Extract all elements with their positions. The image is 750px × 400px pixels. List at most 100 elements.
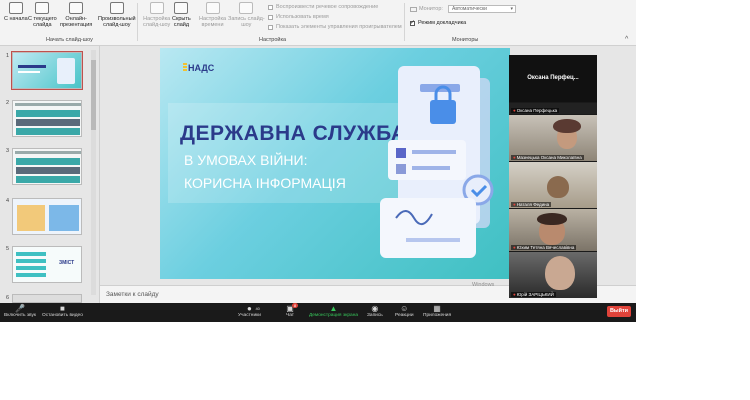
slide-thumbnail-6[interactable] [12,294,82,303]
thumb-number: 3 [6,148,10,154]
thumb-line-1 [16,252,46,256]
reactions-smiley-icon: ☺ [400,304,409,313]
slide-title-line-2: В УМОВАХ ВІЙНИ: [184,152,308,168]
slide-thumbnail-2[interactable] [12,100,82,137]
participant-name-text: Оксана Перфецька [516,108,558,113]
custom-show-button[interactable]: Произвольный слайд-шоу [98,2,136,28]
participants-icon: ● 40 [247,304,260,313]
slide-thumbnail-1[interactable] [11,51,83,90]
participant-name-text: Наталя Федина [516,202,550,207]
monitor-label: Монитор: [419,6,443,12]
record-label: Запись [367,313,383,318]
thumb-title-bar [18,65,46,68]
thumb-number: 6 [6,295,10,301]
narration-checkbox[interactable]: Воспроизвести речевое сопровождение [268,4,378,10]
record-show-button[interactable]: Запись слайд- шоу [228,2,265,28]
current-slide[interactable]: НАДС ДЕРЖАВНА СЛУЖБА В УМОВАХ ВІЙНИ: КОР… [160,48,510,279]
setup-show-button[interactable]: Настройка слайд-шоу [143,2,170,28]
collapse-ribbon-icon[interactable]: ^ [625,36,628,43]
thumb-number: 1 [6,53,10,59]
thumbnails-scrollbar[interactable] [91,50,96,295]
scrollbar-thumb[interactable] [91,60,96,130]
chat-label: Чат [286,313,294,318]
microphone-muted-icon: 🎤 [15,304,25,313]
group-label-monitors: Мониторы [452,37,479,43]
apps-button[interactable]: ▦ Приложения [423,304,451,318]
participants-button[interactable]: ● 40 Участники [238,304,261,318]
stop-video-label: Остановить видео [42,313,83,318]
custom-show-icon [109,2,124,14]
record-button[interactable]: ◉ Запись [367,304,383,318]
checkbox-box [268,24,273,30]
presenter-view-label: Режим докладчика [418,20,467,26]
presenter-view-checkbox[interactable]: Режим докладчика [410,19,467,26]
participant-name-text: Юрій ЗАРІЦЬКИЙ [516,292,554,297]
checkbox-box [268,4,273,10]
slide-title-line-3: КОРИСНА ІНФОРМАЦІЯ [184,175,346,191]
mic-muted-icon: ● [513,292,516,297]
participant-name-1: ●Оксана Перфецька [511,108,560,113]
timings-label: Использовать время [276,14,329,20]
thumb-subtitle-bar [18,71,40,73]
video-camera-icon: ■ [60,304,65,313]
participant-tile-2[interactable]: ●Мазнецька Оксана Миколаївна [509,115,597,161]
participant-tile-3[interactable]: ●Наталя Федина [509,162,597,208]
from-current-button[interactable]: С текущего слайда [28,2,57,28]
share-screen-button[interactable]: ▲ Демонстрация экрана [309,304,358,318]
online-presentation-icon [69,2,84,14]
participant-name-text: Мазнецька Оксана Миколаївна [516,155,582,160]
from-current-label-2: слайда [33,22,52,28]
participant-name-text: Юхим Тетяна Вячеславівна [516,245,575,250]
rehearse-timings-button[interactable]: Настройка времени [199,2,226,28]
thumb-row-1 [16,158,80,165]
participant-name-4: ●Юхим Тетяна Вячеславівна [511,245,577,250]
hide-slide-button[interactable]: Скрыть слайд [172,2,191,28]
thumb-contents-label: ЗМІСТ [59,260,75,266]
unmute-button[interactable]: 🎤 Включить звук [4,304,36,318]
group-label-start: Начать слайд-шоу [46,37,93,43]
apps-grid-icon: ▦ [433,304,441,313]
mic-muted-icon: ● [513,245,516,250]
leave-meeting-button[interactable]: Выйти [607,306,631,317]
participant-video-face [545,256,575,290]
thumb-number: 4 [6,198,10,204]
participant-tile-1[interactable]: ●Оксана Перфецька [509,103,597,114]
slide-thumbnail-4[interactable] [12,198,82,235]
participant-video-hair [553,119,581,133]
share-screen-label: Демонстрация экрана [309,313,359,318]
participant-tile-4[interactable]: ●Юхим Тетяна Вячеславівна [509,209,597,251]
participant-name-5: ●Юрій ЗАРІЦЬКИЙ [511,292,556,297]
timing-label-2: времени [201,22,224,28]
share-screen-icon: ▲ [329,304,338,313]
ribbon: С начала С текущего слайда Онлайн- презе… [0,0,636,46]
participant-name-2: ●Мазнецька Оксана Миколаївна [511,155,584,160]
participant-video-face [547,176,569,198]
timings-checkbox[interactable]: Использовать время [268,14,329,20]
ribbon-divider [404,3,405,41]
thumb-line-4 [16,273,46,277]
controls-checkbox[interactable]: Показать элементы управления проигрывате… [268,24,402,30]
setup-show-icon [149,2,164,14]
thumb-line-2 [16,259,46,263]
monitor-label-wrap: Монитор: [410,6,443,12]
online-presentation-button[interactable]: Онлайн- презентация [60,2,92,28]
slide-thumbnail-5[interactable]: ЗМІСТ [12,246,82,283]
chat-button[interactable]: ▣ 8 Чат [285,303,298,318]
slide-thumbnail-3[interactable] [12,148,82,185]
apps-label: Приложения [423,313,452,318]
monitor-icon [410,6,417,12]
rehearse-timings-icon [205,2,220,14]
active-speaker-tile[interactable]: Оксана Перфец... [509,55,597,102]
reactions-button[interactable]: ☺ Реакции [395,304,414,318]
monitor-select[interactable]: Автоматически ▾ [448,5,516,13]
checkbox-box [268,14,273,20]
thumb-row-3 [16,128,80,135]
active-speaker-name: Оксана Перфец... [527,75,579,81]
participant-tile-5[interactable]: ●Юрій ЗАРІЦЬКИЙ [509,252,597,298]
nads-logo-icon [183,63,187,72]
from-start-button[interactable]: С начала [4,2,28,22]
thumb-number: 2 [6,100,10,106]
group-label-setup: Настройка [259,37,287,43]
stop-video-button[interactable]: ■ Остановить видео [42,304,83,318]
controls-label: Показать элементы управления проигрывате… [276,24,402,30]
